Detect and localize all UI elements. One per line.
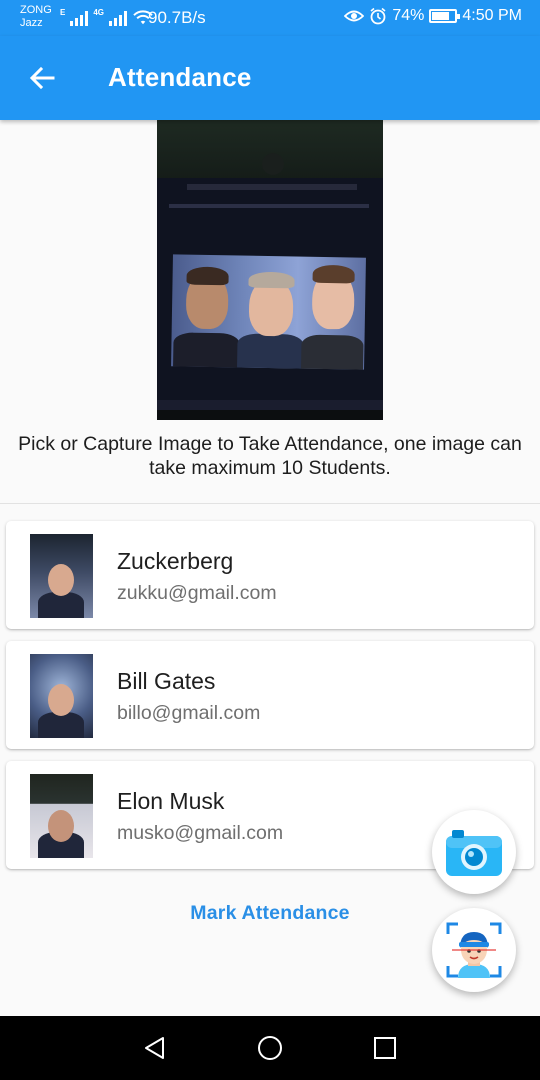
student-card[interactable]: Bill Gates billo@gmail.com [6, 641, 534, 749]
app-bar: Attendance [0, 36, 540, 120]
laptop-bottom [157, 410, 383, 420]
square-recents-icon [374, 1037, 396, 1059]
alarm-icon [370, 7, 386, 25]
network-type-2: 4G [93, 8, 105, 17]
network-type-1: E [60, 8, 66, 17]
student-thumbnail [30, 534, 93, 618]
divider [0, 503, 540, 504]
face-scan-fab[interactable] [432, 908, 516, 992]
battery-percent: 74% [392, 7, 425, 24]
battery-icon [429, 9, 461, 23]
status-bar: ZONG Jazz E 4G 90.7B/s 74% 4:50 PM [0, 0, 540, 36]
group-photo [171, 254, 366, 370]
student-name: Zuckerberg [117, 548, 234, 574]
page-title: Attendance [108, 62, 252, 92]
carrier-info: ZONG Jazz [20, 4, 60, 30]
instruction-text: Pick or Capture Image to Take Attendance… [18, 433, 522, 479]
student-thumbnail [30, 654, 93, 738]
student-thumbnail [30, 774, 93, 858]
net-speed: 90.7B/s [148, 8, 206, 27]
triangle-back-icon [145, 1037, 164, 1059]
signal-bars-icon-2 [109, 10, 128, 26]
nav-home-button[interactable] [256, 1034, 284, 1062]
face-scan-icon [446, 922, 502, 978]
student-name: Elon Musk [117, 788, 225, 814]
clock: 4:50 PM [462, 7, 522, 24]
browser-bookmarks [169, 204, 369, 208]
nav-back-button[interactable] [141, 1034, 169, 1062]
captured-image [157, 120, 383, 420]
eye-icon [344, 10, 365, 22]
carrier-top: ZONG [20, 4, 52, 16]
browser-tabs [187, 184, 357, 190]
student-email: billo@gmail.com [117, 702, 261, 724]
student-card[interactable]: Zuckerberg zukku@gmail.com [6, 521, 534, 629]
student-email: musko@gmail.com [117, 822, 284, 844]
webcam [262, 153, 284, 175]
navigation-bar [0, 1016, 540, 1080]
student-email: zukku@gmail.com [117, 582, 277, 604]
nav-recents-button[interactable] [371, 1034, 399, 1062]
signal-indicators: E 4G [60, 8, 154, 26]
camera-icon [446, 830, 502, 876]
signal-bars-icon [70, 10, 89, 26]
circle-home-icon [258, 1036, 282, 1060]
student-name: Bill Gates [117, 668, 216, 694]
carrier-bottom: Jazz [20, 17, 43, 29]
taskbar [157, 400, 383, 410]
mark-attendance-button[interactable]: Mark Attendance [170, 898, 370, 928]
status-right: 74% 4:50 PM [344, 7, 522, 25]
camera-fab[interactable] [432, 810, 516, 894]
arrow-back-icon [29, 66, 55, 90]
back-button[interactable] [22, 58, 62, 98]
